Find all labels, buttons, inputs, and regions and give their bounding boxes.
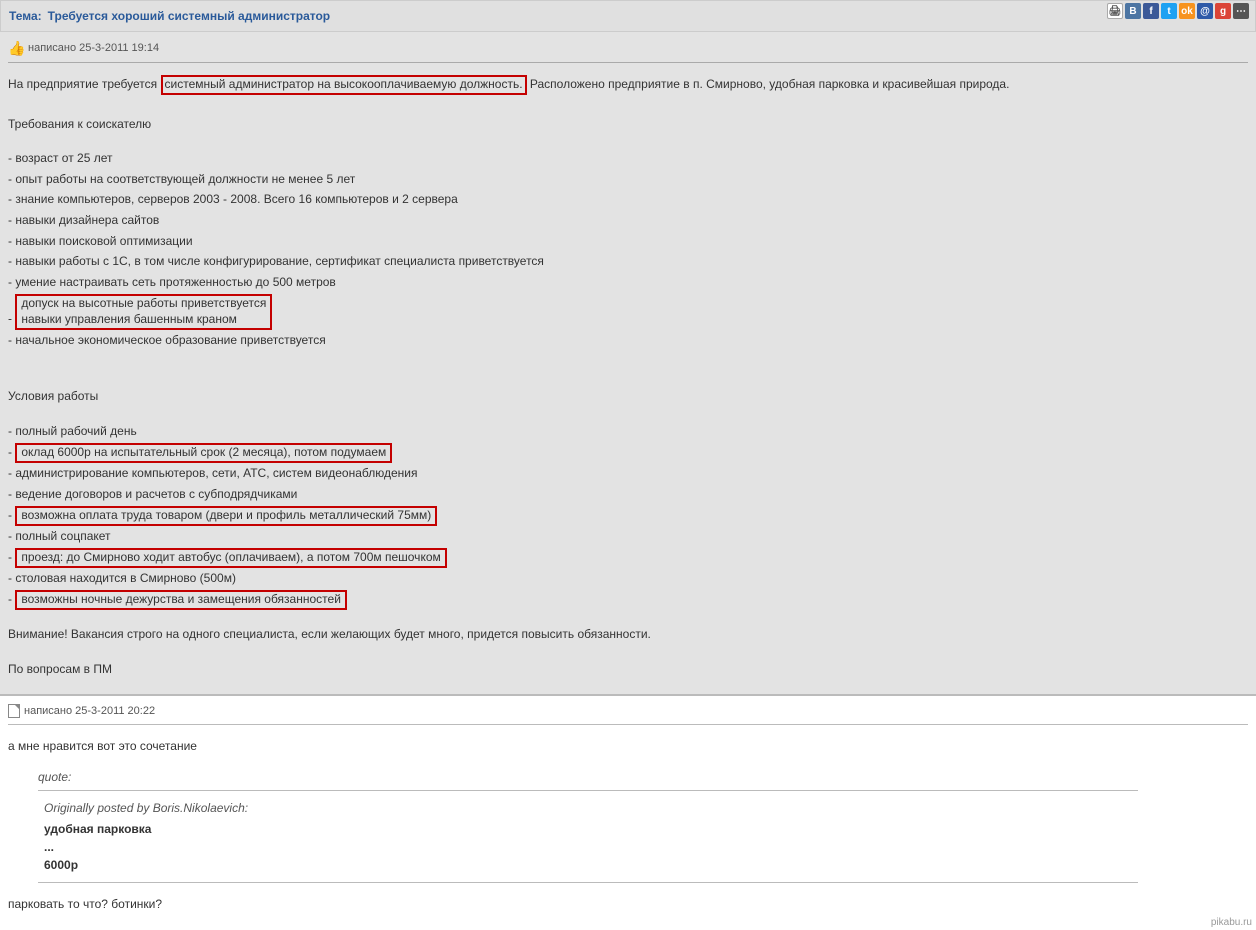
twitter-icon[interactable]: t (1161, 3, 1177, 19)
req-item: - начальное экономическое образование пр… (8, 331, 1248, 350)
quote-label: quote: (38, 768, 1248, 787)
social-share-group: 🖨 B f t ok @ g ⋯ (1107, 3, 1249, 19)
vk-icon[interactable]: B (1125, 3, 1141, 19)
highlight-salary: оклад 6000р на испытательный срок (2 мес… (15, 443, 392, 463)
req-item: - умение настраивать сеть протяженностью… (8, 273, 1248, 292)
highlight-tower-crane: допуск на высотные работы приветствуется… (15, 294, 272, 329)
document-icon[interactable] (8, 704, 20, 718)
forum-header: Тема: Требуется хороший системный админи… (0, 0, 1256, 32)
cond-item: - полный рабочий день (8, 422, 1248, 441)
contact-note: По вопросам в ПМ (8, 660, 1248, 679)
cond-item: - администрирование компьютеров, сети, А… (8, 464, 1248, 483)
req-item: - возраст от 25 лет (8, 149, 1248, 168)
highlight-salary-position: системный администратор на высокооплачив… (161, 75, 527, 95)
req-item: - навыки работы с 1С, в том числе конфиг… (8, 252, 1248, 271)
highlight-night-shifts: возможны ночные дежурства и замещения об… (15, 590, 347, 610)
post-reply: написано 25-3-2011 20:22 а мне нравится … (0, 696, 1256, 929)
req-item: - знание компьютеров, серверов 2003 - 20… (8, 190, 1248, 209)
attention-note: Внимание! Вакансия строго на одного спец… (8, 625, 1248, 644)
thumbs-up-icon[interactable]: 👍 (8, 40, 24, 56)
post-content: На предприятие требуется системный админ… (8, 75, 1248, 678)
post-meta: 👍 написано 25-3-2011 19:14 (8, 38, 1248, 63)
quote-line: 6000р (44, 856, 1132, 874)
reply-text: а мне нравится вот это сочетание (8, 737, 1248, 756)
conditions-header: Условия работы (8, 387, 1248, 406)
requirements-header: Требования к соискателю (8, 115, 1248, 134)
cond-item: - ведение договоров и расчетов с субподр… (8, 485, 1248, 504)
reply-timestamp: написано 25-3-2011 20:22 (24, 705, 155, 717)
post-original: 👍 написано 25-3-2011 19:14 На предприяти… (0, 32, 1256, 694)
post-timestamp: написано 25-3-2011 19:14 (28, 42, 159, 54)
req-item: - навыки дизайнера сайтов (8, 211, 1248, 230)
intro-text-pre: На предприятие требуется (8, 77, 157, 91)
reply-meta: написано 25-3-2011 20:22 (8, 702, 1248, 725)
cond-item: - полный соцпакет (8, 527, 1248, 546)
topic-title[interactable]: Требуется хороший системный администрато… (48, 9, 331, 23)
share-more-icon[interactable]: ⋯ (1233, 3, 1249, 19)
highlight-payment-goods: возможна оплата труда товаром (двери и п… (15, 506, 437, 526)
req-item: - навыки поисковой оптимизации (8, 232, 1248, 251)
quote-line: удобная парковка (44, 820, 1132, 838)
quote-block: quote: Originally posted by Boris.Nikola… (38, 768, 1248, 883)
highlight-commute: проезд: до Смирново ходит автобус (оплач… (15, 548, 446, 568)
google-plus-icon[interactable]: g (1215, 3, 1231, 19)
reply-content: а мне нравится вот это сочетание quote: … (8, 737, 1248, 913)
watermark: pikabu.ru (1211, 917, 1252, 928)
reply-text: парковать то что? ботинки? (8, 895, 1248, 914)
mailru-icon[interactable]: @ (1197, 3, 1213, 19)
quote-line: ... (44, 838, 1132, 856)
odnoklassniki-icon[interactable]: ok (1179, 3, 1195, 19)
facebook-icon[interactable]: f (1143, 3, 1159, 19)
quote-attribution: Originally posted by Boris.Nikolaevich: (44, 799, 1132, 818)
intro-text-post: Расположено предприятие в п. Смирново, у… (530, 77, 1010, 91)
topic-label: Тема: (9, 9, 42, 23)
print-icon[interactable]: 🖨 (1107, 3, 1123, 19)
req-item: - опыт работы на соответствующей должнос… (8, 170, 1248, 189)
cond-item: - столовая находится в Смирново (500м) (8, 569, 1248, 588)
